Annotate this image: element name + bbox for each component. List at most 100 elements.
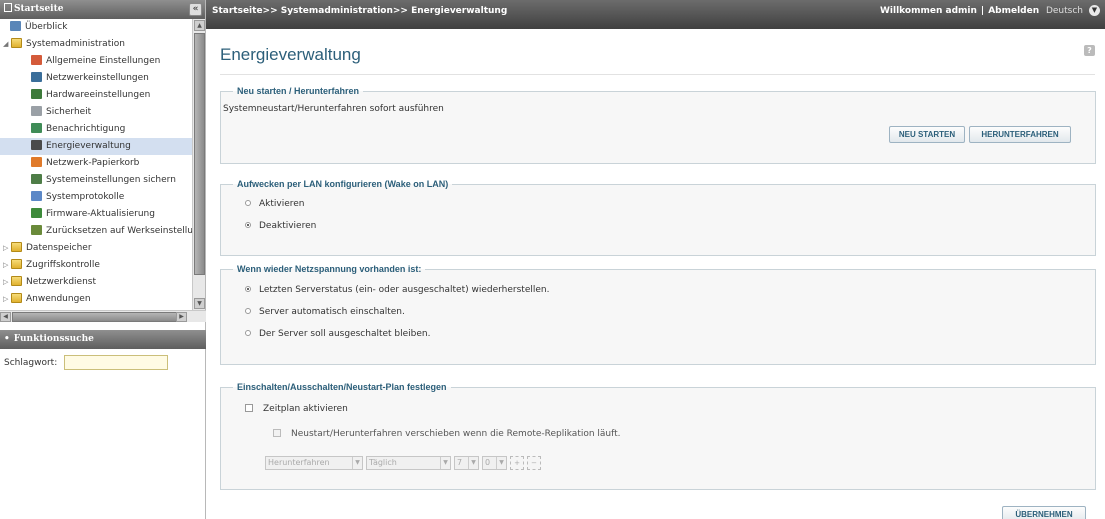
enable-schedule-option[interactable]: Zeitplan aktivieren <box>245 404 348 414</box>
sidebar-item[interactable]: Netzwerk-Papierkorb <box>0 155 192 172</box>
sidebar-item-label: Hardwareeinstellungen <box>46 90 151 100</box>
language-dropdown-icon[interactable]: ▼ <box>1089 5 1100 16</box>
sidebar-item[interactable]: ▷ Zugriffskontrolle <box>0 257 192 274</box>
collapse-arrow-icon[interactable]: ▷ <box>3 240 11 257</box>
power-restore-option[interactable]: Letzten Serverstatus (ein- oder ausgesch… <box>245 285 549 295</box>
tree-vertical-scrollbar[interactable]: ▲ ▼ <box>192 19 205 310</box>
power-recovery-section: Wenn wieder Netzspannung vorhanden ist: … <box>220 264 1096 365</box>
postpone-option[interactable]: Neustart/Herunterfahren verschieben wenn… <box>273 429 621 439</box>
remove-schedule-icon[interactable]: − <box>527 456 541 470</box>
collapse-sidebar-button[interactable]: « <box>189 3 202 16</box>
factory-reset-icon <box>31 225 42 235</box>
add-schedule-icon[interactable]: + <box>510 456 524 470</box>
collapse-arrow-icon[interactable]: ▷ <box>3 291 11 308</box>
postpone-checkbox[interactable] <box>273 429 281 437</box>
sidebar-item[interactable]: Systemprotokolle <box>0 189 192 206</box>
restart-button[interactable]: NEU STARTEN <box>889 126 965 143</box>
sidebar-item[interactable]: ▷ Netzwerkdienst <box>0 274 192 291</box>
help-icon[interactable]: ? <box>1084 45 1095 56</box>
page-title: Energieverwaltung <box>220 45 361 64</box>
postpone-label: Neustart/Herunterfahren verschieben wenn… <box>291 429 621 439</box>
scroll-right-icon[interactable]: ▶ <box>176 312 187 322</box>
sidebar-item[interactable]: Netzwerkeinstellungen <box>0 70 192 87</box>
sidebar-item-label: Netzwerkeinstellungen <box>46 73 149 83</box>
sidebar-item-label: Systemadministration <box>26 39 125 49</box>
breadcrumb[interactable]: Startseite>> Systemadministration>> Ener… <box>212 6 507 16</box>
folder-icon <box>11 242 22 252</box>
shutdown-button[interactable]: HERUNTERFAHREN <box>969 126 1071 143</box>
wol-disable-label: Deaktivieren <box>259 221 317 231</box>
wol-disable-radio[interactable] <box>245 222 251 228</box>
power-on-radio[interactable] <box>245 308 251 314</box>
scroll-up-icon[interactable]: ▲ <box>194 20 205 31</box>
sidebar-title: Startseite <box>14 4 64 14</box>
wol-enable-option[interactable]: Aktivieren <box>245 199 305 209</box>
logout-link[interactable]: Abmelden <box>988 6 1039 16</box>
sidebar-item[interactable]: ▷ Anwendungen <box>0 291 192 308</box>
tree-horizontal-scrollbar[interactable]: ◀ ▶ <box>0 310 206 322</box>
sidebar-item[interactable]: Zurücksetzen auf Werkseinstellu <box>0 223 192 240</box>
power-management-icon <box>31 140 42 150</box>
schedule-section: Einschalten/Ausschalten/Neustart-Plan fe… <box>220 382 1096 490</box>
sidebar-item-label: Zugriffskontrolle <box>26 260 100 270</box>
sidebar-item[interactable]: ◢ Systemadministration <box>0 36 192 53</box>
system-logs-icon <box>31 191 42 201</box>
network-settings-icon <box>31 72 42 82</box>
home-icon <box>4 3 12 12</box>
function-search-header: • Funktionssuche <box>0 330 206 349</box>
h-scroll-thumb[interactable] <box>12 312 178 322</box>
apply-button[interactable]: ÜBERNEHMEN <box>1002 506 1086 519</box>
restart-section-title: Neu starten / Herunterfahren <box>237 86 360 96</box>
collapse-arrow-icon[interactable]: ▷ <box>3 257 11 274</box>
language-selector[interactable]: Deutsch <box>1046 6 1083 16</box>
welcome-text: Willkommen admin <box>880 6 977 16</box>
sidebar-item[interactable]: Energieverwaltung <box>0 138 192 155</box>
schedule-action-select[interactable]: Herunterfahren ▼ <box>265 456 363 470</box>
sidebar-item-label: Energieverwaltung <box>46 141 131 151</box>
chevron-down-icon: ▼ <box>440 457 450 469</box>
scroll-thumb[interactable] <box>194 33 205 275</box>
keyword-input[interactable] <box>64 355 169 370</box>
wol-enable-radio[interactable] <box>245 200 251 206</box>
power-on-option[interactable]: Server automatisch einschalten. <box>245 307 405 317</box>
top-bar: Startseite>> Systemadministration>> Ener… <box>206 0 1105 29</box>
sidebar-item[interactable]: Sicherheit <box>0 104 192 121</box>
restart-description: Systemneustart/Herunterfahren sofort aus… <box>223 104 444 114</box>
sidebar-item[interactable]: Allgemeine Einstellungen <box>0 53 192 70</box>
schedule-hour-select[interactable]: 7 ▼ <box>454 456 479 470</box>
sidebar-item[interactable]: Firmware-Aktualisierung <box>0 206 192 223</box>
sidebar-item[interactable]: Systemeinstellungen sichern <box>0 172 192 189</box>
overview-icon <box>10 21 21 31</box>
enable-schedule-checkbox[interactable] <box>245 404 253 412</box>
expand-arrow-icon[interactable]: ◢ <box>3 36 11 53</box>
wol-disable-option[interactable]: Deaktivieren <box>245 221 316 231</box>
scroll-down-icon[interactable]: ▼ <box>194 298 205 309</box>
sidebar-item-label: Firmware-Aktualisierung <box>46 209 155 219</box>
user-area: Willkommen admin | Abmelden <box>878 6 1041 16</box>
schedule-frequency-select[interactable]: Täglich ▼ <box>366 456 451 470</box>
title-divider <box>220 74 1095 75</box>
search-panel-glyph-icon: • <box>4 334 10 344</box>
power-restore-label: Letzten Serverstatus (ein- oder ausgesch… <box>259 285 550 295</box>
chevron-down-icon: ▼ <box>352 457 362 469</box>
sidebar-item-label: Netzwerkdienst <box>26 277 97 287</box>
power-off-radio[interactable] <box>245 330 251 336</box>
folder-icon <box>11 276 22 286</box>
keyword-label: Schlagwort: <box>4 358 58 368</box>
schedule-row: Herunterfahren ▼ Täglich ▼ 7 ▼ 0 ▼ + − <box>265 456 585 470</box>
sidebar-item-label: Allgemeine Einstellungen <box>46 56 161 66</box>
power-restore-radio[interactable] <box>245 286 251 292</box>
sidebar-item[interactable]: Hardwareeinstellungen <box>0 87 192 104</box>
recycle-bin-icon <box>31 157 42 167</box>
sidebar-item[interactable]: Benachrichtigung <box>0 121 192 138</box>
sidebar-item[interactable]: ▷ Datenspeicher <box>0 240 192 257</box>
schedule-section-title: Einschalten/Ausschalten/Neustart-Plan fe… <box>237 382 447 392</box>
scroll-left-icon[interactable]: ◀ <box>0 312 11 322</box>
sidebar-item[interactable]: Überblick <box>0 19 192 36</box>
schedule-minute-select[interactable]: 0 ▼ <box>482 456 507 470</box>
main-content: Energieverwaltung ? Neu starten / Herunt… <box>206 29 1105 519</box>
power-off-option[interactable]: Der Server soll ausgeschaltet bleiben. <box>245 329 431 339</box>
schedule-action-value: Herunterfahren <box>268 458 330 467</box>
collapse-arrow-icon[interactable]: ▷ <box>3 274 11 291</box>
wol-enable-label: Aktivieren <box>259 199 305 209</box>
